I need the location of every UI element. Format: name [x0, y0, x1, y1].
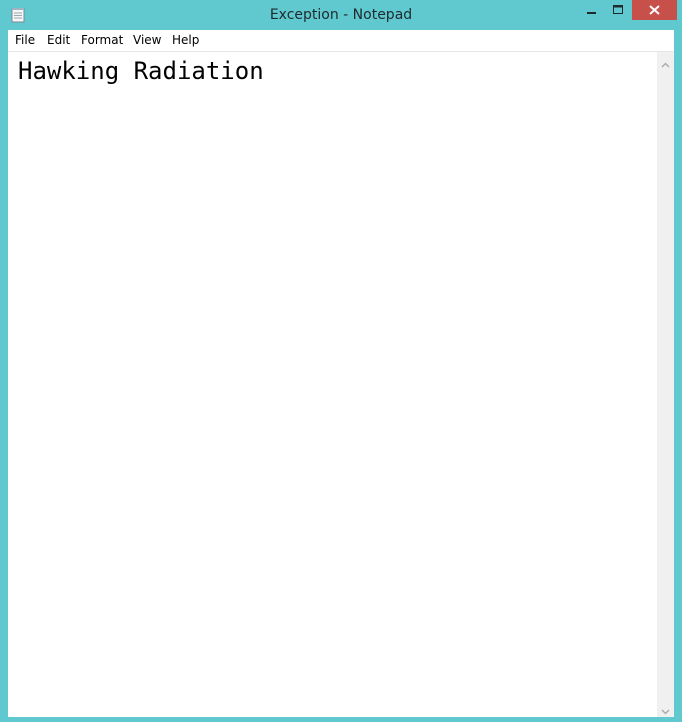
- menu-help[interactable]: Help: [172, 33, 199, 47]
- menu-format[interactable]: Format: [81, 33, 123, 47]
- menu-file[interactable]: File: [15, 33, 35, 47]
- maximize-button[interactable]: [605, 0, 632, 20]
- text-editor-area[interactable]: Hawking Radiation: [8, 52, 657, 717]
- maximize-icon: [613, 5, 623, 14]
- minimize-icon: [587, 12, 596, 14]
- close-icon: [649, 5, 660, 15]
- editor-content[interactable]: Hawking Radiation: [18, 57, 264, 85]
- close-button[interactable]: [632, 0, 677, 20]
- vertical-scrollbar[interactable]: [657, 52, 674, 717]
- chevron-down-icon: [661, 709, 670, 715]
- minimize-button[interactable]: [578, 0, 605, 20]
- title-bar[interactable]: Exception - Notepad: [0, 0, 682, 30]
- chevron-up-icon: [661, 62, 670, 68]
- menu-edit[interactable]: Edit: [47, 33, 70, 47]
- scroll-down-button[interactable]: [657, 703, 674, 715]
- notepad-window: Exception - Notepad File Edit Format Vie…: [0, 0, 682, 717]
- menu-bar: File Edit Format View Help: [8, 30, 674, 52]
- menu-view[interactable]: View: [133, 33, 161, 47]
- scroll-up-button[interactable]: [657, 56, 674, 68]
